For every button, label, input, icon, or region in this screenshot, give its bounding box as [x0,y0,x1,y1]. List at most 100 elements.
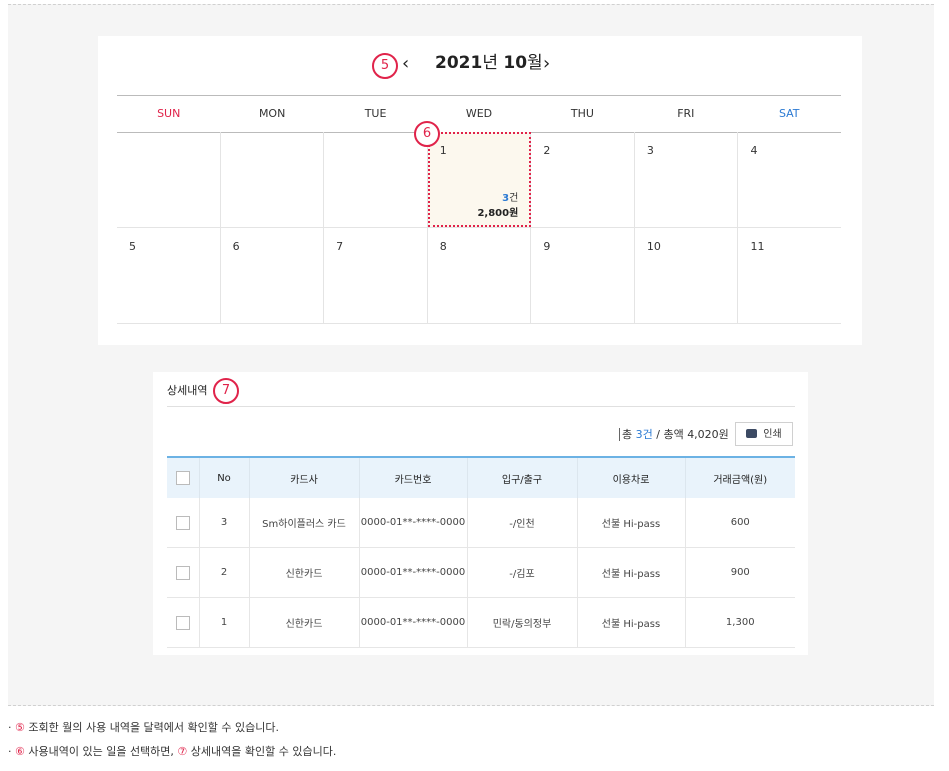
detail-title-text: 상세내역 [167,384,208,397]
day-number: 6 [232,240,240,253]
weekday-header: SUN MON TUE WED THU FRI SAT [117,95,841,133]
calendar-day-selected[interactable]: 1 3건 2,800원 [427,132,532,227]
next-month-button[interactable]: › [543,52,550,76]
month-suffix: 월 [527,53,543,73]
content-area: 5 ‹ 2021년 10월 › SUN MON TUE WED THU FRI … [8,4,934,706]
calendar-header: 5 ‹ 2021년 10월 › [98,50,862,80]
select-all-cell [167,457,200,498]
row-checkbox[interactable] [175,615,190,630]
annotation-marker-7: 7 [213,378,239,404]
usage-count-unit: 건 [509,193,519,204]
cell-amount: 900 [685,547,795,598]
row-select-cell [167,547,200,598]
col-header: No [199,457,250,498]
cell-no: 3 [199,498,250,548]
day-number: 5 [129,240,136,253]
cell-gate: -/김포 [467,547,578,598]
detail-summary: 총 3건 / 총액 4,020원 [619,426,729,442]
calendar-day [117,132,221,227]
col-header: 거래금액(원) [713,474,768,486]
weekday-sun: SUN [157,107,181,120]
guide-note-1: · ⑤ 조회한 월의 사용 내역을 달력에서 확인할 수 있습니다. [8,716,336,740]
day-number: 2 [543,144,551,157]
bullet: · [8,745,12,758]
year-value: 2021 [435,53,483,73]
row-checkbox[interactable] [175,515,190,530]
summary-count: 3건 [635,428,653,441]
weekday-sat: SAT [778,107,800,120]
calendar-day[interactable]: 9 [531,228,635,323]
cell-card-number: 0000-01**-****-0000 [359,597,468,648]
cell-no: 1 [199,597,250,648]
calendar-day[interactable]: 11 [738,228,841,323]
weekday-mon: MON [258,107,286,120]
divider [167,406,795,407]
print-button[interactable]: 인쇄 [735,422,793,446]
row-select-cell [167,597,200,648]
detail-table: No 카드사 카드번호 입구/출구 이용차로 거래금액(원) 3 Sm하이플러스… [167,456,795,648]
cell-card: 신한카드 [249,597,360,648]
bullet: · [8,721,12,734]
day-number: 8 [439,240,447,253]
cell-amount: 600 [685,498,795,548]
calendar-week: 1 3건 2,800원 2 3 4 [117,132,841,228]
table-row: 3 Sm하이플러스 카드 0000-01**-****-0000 -/인천 선불… [167,498,795,548]
day-number: 7 [336,240,344,253]
year-suffix: 년 [482,53,498,73]
select-all-checkbox[interactable] [175,471,190,485]
table-header-row: No 카드사 카드번호 입구/출구 이용차로 거래금액(원) [167,457,795,498]
cell-card-number: 0000-01**-****-0000 [359,498,468,548]
weekday-tue: TUE [364,107,387,120]
prev-month-button[interactable]: ‹ [402,52,409,76]
day-number: 3 [646,144,654,157]
summary-total: 4,020원 [687,428,729,441]
calendar-day[interactable]: 8 [428,228,532,323]
calendar-week: 5 6 7 8 9 10 11 [117,228,841,324]
annotation-marker-6: 6 [414,121,440,147]
cell-no: 2 [199,547,250,598]
annotation-marker-5: 5 [372,53,398,79]
calendar-day[interactable]: 5 [117,228,221,323]
cell-lane: 선불 Hi-pass [577,547,686,598]
table-row: 1 신한카드 0000-01**-****-0000 민락/동의정부 선불 Hi… [167,597,795,648]
day-number: 10 [646,240,661,253]
detail-title: 상세내역 [167,381,207,401]
day-number: 11 [750,240,765,253]
note-text: 조회한 월의 사용 내역을 달력에서 확인할 수 있습니다. [24,721,279,734]
note-marker-6: ⑥ [15,745,25,758]
calendar-day[interactable]: 3 [635,132,739,227]
calendar-day [221,132,325,227]
calendar-day [324,132,428,227]
cell-lane: 선불 Hi-pass [577,498,686,548]
guide-notes: · ⑤ 조회한 월의 사용 내역을 달력에서 확인할 수 있습니다. · ⑥ 사… [8,716,336,764]
note-text: 상세내역을 확인할 수 있습니다. [187,745,337,758]
month-title: 2021년 10월 [435,50,543,76]
table-row: 2 신한카드 0000-01**-****-0000 -/김포 선불 Hi-pa… [167,547,795,598]
row-checkbox[interactable] [175,565,190,580]
calendar-day[interactable]: 6 [221,228,325,323]
weekday-fri: FRI [677,107,695,120]
calendar-day[interactable]: 2 [531,132,635,227]
day-number: 9 [543,240,551,253]
print-label: 인쇄 [763,429,782,440]
row-select-cell [167,498,200,548]
weekday-thu: THU [570,107,594,120]
day-number: 1 [439,144,447,157]
col-header: 입구/출구 [467,457,578,498]
calendar-day[interactable]: 4 [738,132,841,227]
weekday-wed: WED [465,107,493,120]
calendar-grid: 1 3건 2,800원 2 3 4 5 6 7 8 9 10 11 [117,132,841,324]
cell-card-number: 0000-01**-****-0000 [359,547,468,598]
note-text: 사용내역이 있는 일을 선택하면, [24,745,178,758]
printer-icon [746,428,758,438]
calendar-day[interactable]: 10 [635,228,739,323]
cell-gate: 민락/동의정부 [467,597,578,648]
note-marker-5: ⑤ [15,721,25,734]
col-header: 이용차로 [577,457,686,498]
detail-panel: 상세내역 7 총 3건 / 총액 4,020원 인쇄 No 카드사 카드번호 입… [153,372,808,655]
calendar-day[interactable]: 7 [324,228,428,323]
cell-lane: 선불 Hi-pass [577,597,686,648]
cell-amount: 1,300 [685,597,795,648]
note-marker-7: ⑦ [177,745,188,758]
cell-card: 신한카드 [249,547,360,598]
